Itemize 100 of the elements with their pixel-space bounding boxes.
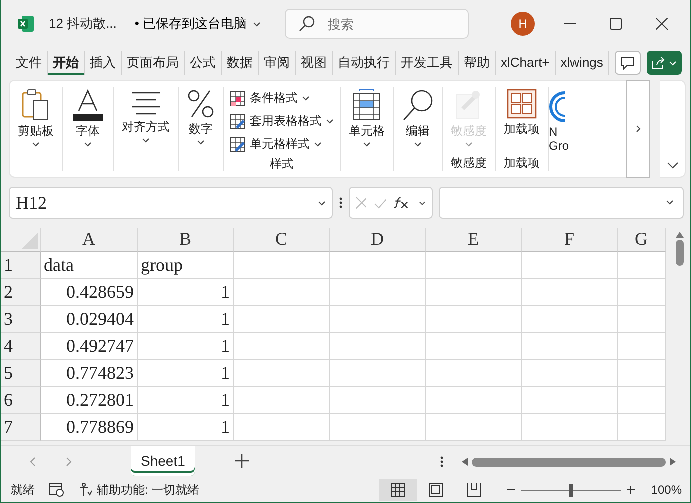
search-field[interactable]: 搜索	[285, 9, 470, 39]
ribbon-button[interactable]: 编辑	[394, 87, 442, 171]
table-cell: group	[138, 252, 234, 279]
scroll-left-icon[interactable]	[462, 458, 468, 466]
horizontal-scrollbar[interactable]	[472, 458, 666, 466]
ribbon-tab[interactable]: 文件	[11, 51, 48, 75]
ribbon-tab[interactable]: 公式	[185, 51, 222, 75]
clipboard-icon	[21, 89, 51, 121]
name-box[interactable]: H12	[9, 187, 333, 219]
caret-icon	[326, 119, 334, 124]
ribbon-tab[interactable]: 页面布局	[122, 51, 185, 75]
cells-icon	[351, 89, 383, 121]
save-status-button[interactable]: • 已保存到这台电脑	[134, 15, 262, 33]
row-header[interactable]: 3	[1, 306, 41, 333]
ribbon-tab[interactable]: 自动执行	[333, 51, 396, 75]
column-header[interactable]: A	[41, 228, 138, 252]
zoom-slider-thumb[interactable]	[569, 484, 574, 496]
column-header[interactable]: B	[138, 228, 234, 252]
conditional-format-icon	[230, 90, 246, 106]
more-icon[interactable]	[440, 456, 444, 468]
table-cell	[618, 414, 666, 441]
chevron-down-icon	[253, 22, 262, 26]
page-break-icon	[467, 483, 482, 497]
column-header[interactable]: D	[330, 228, 426, 252]
user-avatar[interactable]: H	[511, 12, 536, 36]
ribbon-tab[interactable]: 数据	[222, 51, 259, 75]
group-label: 加载项	[504, 155, 540, 171]
column-header[interactable]: G	[618, 228, 666, 252]
zoom-in-icon[interactable]	[627, 486, 636, 494]
chevron-down-icon	[318, 200, 326, 206]
chevron-down-icon	[419, 200, 426, 206]
ribbon-button[interactable]: 套用表格格式	[224, 110, 340, 133]
caret-icon	[197, 140, 205, 145]
ribbon-button[interactable]: 单元格	[341, 87, 393, 171]
table-cell: 1	[138, 360, 234, 387]
zoom-level[interactable]: 100%	[651, 483, 682, 497]
maximize-icon	[610, 18, 622, 30]
column-header[interactable]: E	[426, 228, 522, 252]
table-cell	[618, 360, 666, 387]
table-cell	[618, 387, 666, 414]
formula-field[interactable]	[439, 187, 684, 219]
close-icon	[656, 18, 668, 30]
ribbon-button[interactable]: 条件格式	[224, 87, 316, 110]
plus-icon	[235, 454, 250, 468]
cell-mode-icon[interactable]	[49, 483, 65, 497]
ribbon-button[interactable]: 剪贴板	[10, 87, 62, 171]
search-icon	[402, 89, 434, 121]
accessibility-icon[interactable]	[79, 483, 93, 497]
check-icon[interactable]	[374, 198, 386, 208]
table-cell: 0.428659	[41, 279, 138, 306]
table-format-icon	[230, 114, 246, 130]
column-header[interactable]: F	[522, 228, 618, 252]
row-header[interactable]: 7	[1, 414, 41, 441]
ribbon-tab[interactable]: 视图	[296, 51, 333, 75]
cell-style-icon	[230, 136, 246, 152]
caret-icon	[32, 142, 40, 147]
row-header[interactable]: 4	[1, 333, 41, 360]
comments-button[interactable]	[615, 51, 642, 75]
table-cell: 1	[138, 306, 234, 333]
status-text: 就绪	[11, 482, 35, 498]
ribbon-button[interactable]: 对齐方式	[114, 87, 178, 171]
ribbon-tab[interactable]: 插入	[85, 51, 122, 75]
scroll-right-icon[interactable]	[670, 458, 676, 466]
more-icon[interactable]	[339, 197, 343, 209]
table-cell: 0.029404	[41, 306, 138, 333]
ribbon-button[interactable]: 单元格样式	[224, 133, 328, 156]
excel-logo-icon	[17, 15, 35, 33]
table-cell	[618, 279, 666, 306]
percent-icon	[187, 89, 215, 119]
ribbon-button[interactable]: 字体	[63, 87, 113, 171]
share-button[interactable]	[647, 51, 682, 75]
row-header[interactable]: 1	[1, 252, 41, 279]
ribbon-tab[interactable]: xlwings	[556, 51, 610, 75]
column-header[interactable]: C	[234, 228, 330, 252]
ribbon-button-label[interactable]: N Gro	[549, 125, 577, 153]
table-cell: 1	[138, 333, 234, 360]
scroll-up-icon[interactable]	[676, 232, 684, 238]
chevron-down-icon	[666, 200, 674, 205]
window-title: 12 抖动散...	[49, 15, 117, 33]
normal-view-button[interactable]	[379, 479, 418, 501]
ribbon-button[interactable]: 加载项	[496, 87, 548, 155]
ribbon-button[interactable]: 数字	[179, 87, 223, 171]
chevron-right-icon	[636, 125, 640, 133]
accessibility-status[interactable]: 辅助功能: 一切就绪	[97, 482, 200, 498]
ribbon-tab[interactable]: xlChart+	[496, 51, 556, 75]
sensitivity-icon	[455, 89, 483, 121]
row-header[interactable]: 5	[1, 360, 41, 387]
collapse-ribbon-icon[interactable]	[666, 162, 678, 169]
ribbon-tab[interactable]: 开发工具	[396, 51, 459, 75]
row-header[interactable]: 6	[1, 387, 41, 414]
ribbon-tab[interactable]: 帮助	[459, 51, 496, 75]
vertical-scrollbar[interactable]	[676, 240, 684, 266]
group-label: 样式	[270, 156, 294, 172]
table-cell: 0.272801	[41, 387, 138, 414]
sheet-tab[interactable]: Sheet1	[131, 446, 196, 476]
caret-icon	[669, 60, 678, 66]
ribbon-tab[interactable]: 开始	[48, 51, 85, 75]
ribbon-tab[interactable]: 审阅	[259, 51, 296, 75]
grid-icon	[391, 483, 406, 497]
row-header[interactable]: 2	[1, 279, 41, 306]
